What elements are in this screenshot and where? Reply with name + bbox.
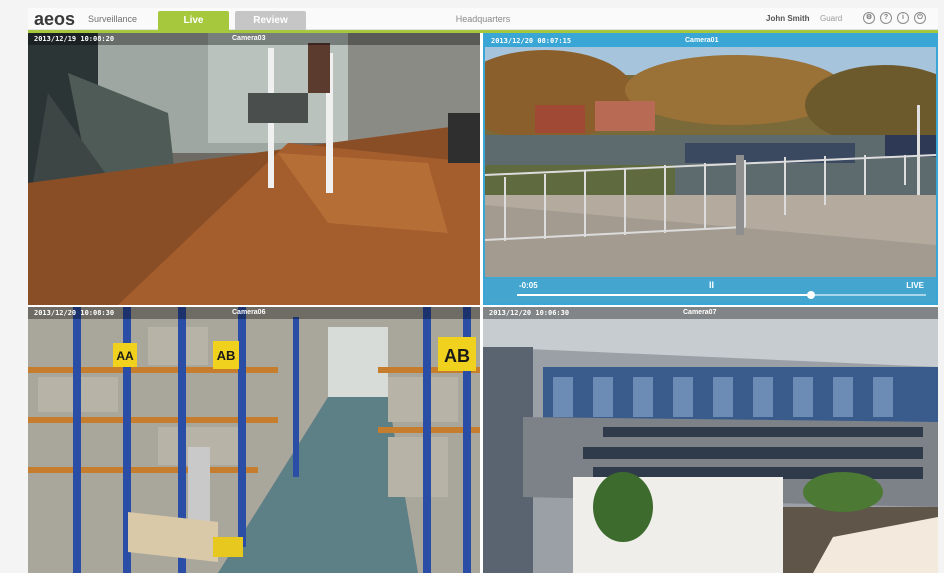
location-title: Headquarters (455, 14, 511, 24)
user-name[interactable]: John Smith (766, 14, 810, 24)
playback-progress (517, 294, 812, 296)
help-icon[interactable]: ? (880, 12, 892, 24)
camera-tile-camera01[interactable]: 2013/12/20 08:07:15 Camera01 -0:05 II LI… (483, 33, 938, 305)
power-icon[interactable]: ⏻ (914, 12, 926, 24)
camera-timestamp: 2013/12/20 10:06:30 (489, 309, 570, 317)
aisle-sign-aa: AA (116, 349, 134, 363)
camera07-video (483, 307, 938, 573)
camera-timestamp: 2013/12/20 10:08:30 (34, 309, 115, 317)
camera03-video (28, 33, 480, 305)
playback-controls: -0:05 II LIVE (485, 277, 936, 303)
camera-name: Camera01 (685, 37, 719, 44)
tab-live[interactable]: Live (158, 11, 229, 30)
camera-name: Camera07 (683, 309, 717, 316)
tab-review[interactable]: Review (235, 11, 306, 30)
pause-icon[interactable]: II (709, 280, 714, 290)
aisle-sign-ab: AB (217, 348, 236, 363)
playback-timeline[interactable] (517, 291, 926, 299)
playback-scrubber-handle[interactable] (807, 291, 816, 299)
camera06-video: AA AB AB (28, 307, 480, 573)
camera-tile-camera03[interactable]: 2013/12/19 10:08:20 Camera03 (28, 33, 480, 305)
settings-icon[interactable]: ⚙ (863, 12, 875, 24)
aeos-logo: aeos (34, 9, 76, 29)
info-icon[interactable]: i (897, 12, 909, 24)
live-button[interactable]: LIVE (906, 281, 924, 291)
surveillance-app: aeos Surveillance Live Review Headquarte… (28, 8, 938, 573)
camera01-video (485, 35, 936, 303)
camera-tile-camera06[interactable]: AA AB AB 2013/12/20 10:08:30 Camera06 (28, 307, 480, 573)
camera-tile-camera07[interactable]: 2013/12/20 10:06:30 Camera07 (483, 307, 938, 573)
top-bar: aeos Surveillance Live Review Headquarte… (28, 8, 938, 30)
product-name: Surveillance (88, 14, 138, 24)
playback-offset: -0:05 (519, 281, 538, 290)
user-role: Guard (820, 14, 843, 23)
camera-timestamp: 2013/12/20 08:07:15 (491, 37, 572, 45)
aisle-sign-ab-right: AB (444, 346, 470, 366)
camera-name: Camera03 (232, 35, 266, 42)
camera-name: Camera06 (232, 309, 266, 316)
camera-timestamp: 2013/12/19 10:08:20 (34, 35, 115, 43)
